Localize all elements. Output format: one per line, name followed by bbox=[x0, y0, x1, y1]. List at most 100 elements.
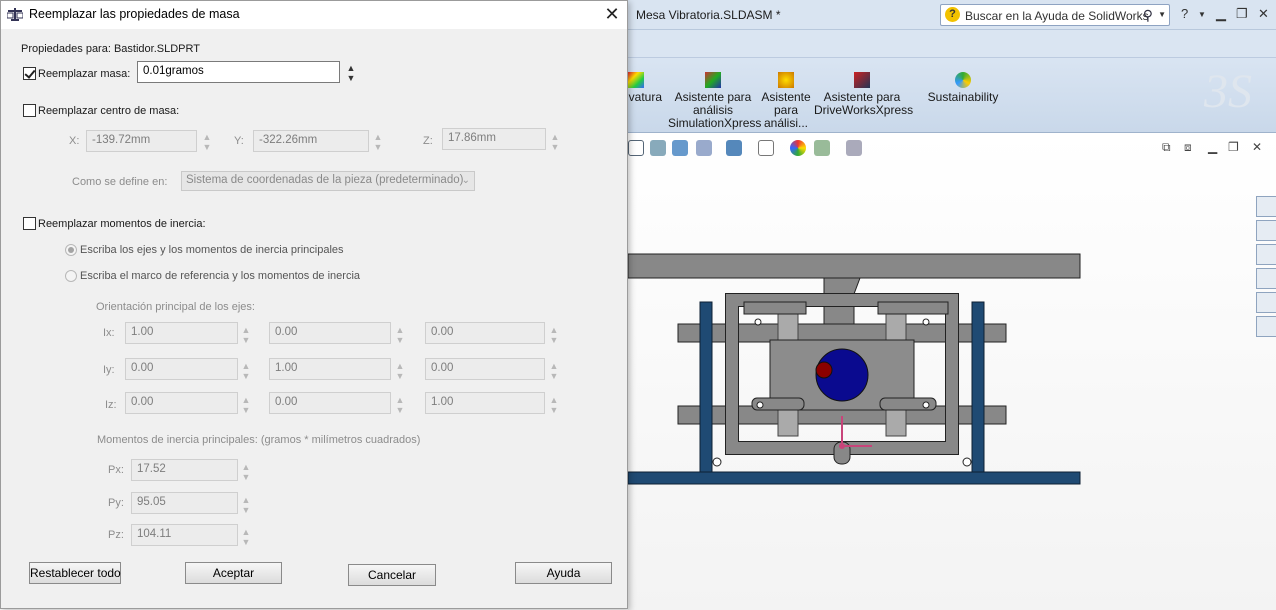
py-label: Py: bbox=[108, 497, 124, 509]
sustainability-icon bbox=[955, 72, 971, 88]
ribbon-button-curvature[interactable]: vatura bbox=[628, 72, 662, 104]
task-pane-tabs bbox=[1256, 192, 1276, 340]
chevron-down-icon: ⌄ bbox=[461, 175, 470, 186]
pz-spinner[interactable]: ▲ ▼ bbox=[241, 527, 251, 549]
chevron-down-icon[interactable]: ▼ bbox=[1198, 10, 1206, 19]
ribbon-tab-strip bbox=[628, 30, 1276, 58]
ix-2-spinner[interactable]: ▲ ▼ bbox=[395, 325, 405, 347]
heads-up-view-toolbar bbox=[628, 138, 898, 160]
ix-1-input[interactable]: 1.00 bbox=[125, 322, 238, 344]
pz-label: Pz: bbox=[108, 529, 124, 541]
iy-2-input[interactable]: 1.00 bbox=[269, 358, 391, 380]
py-input[interactable]: 95.05 bbox=[131, 492, 238, 514]
ix-3-spinner[interactable]: ▲ ▼ bbox=[549, 325, 559, 347]
hide-show-icon[interactable] bbox=[726, 140, 742, 156]
ix-1-spinner[interactable]: ▲ ▼ bbox=[241, 325, 251, 347]
view-orientation-icon[interactable] bbox=[672, 140, 688, 156]
graphics-area[interactable]: ⧉ ⧈ ▁ ❐ ✕ bbox=[628, 134, 1276, 610]
help-search-box[interactable]: ? Buscar en la Ayuda de SolidWorks ⚲ ▼ bbox=[940, 4, 1170, 26]
mass-input[interactable]: 0.01gramos bbox=[137, 61, 340, 83]
center-y-spinner[interactable]: ▲ ▼ bbox=[373, 132, 383, 154]
center-x-spinner[interactable]: ▲ ▼ bbox=[202, 132, 212, 154]
px-spinner[interactable]: ▲ ▼ bbox=[241, 462, 251, 484]
iz-3-input[interactable]: 1.00 bbox=[425, 392, 545, 414]
center-x-input[interactable]: -139.72mm bbox=[86, 130, 197, 152]
custom-properties-icon[interactable] bbox=[1256, 316, 1276, 337]
design-library-icon[interactable] bbox=[1256, 220, 1276, 241]
principal-moments-label: Momentos de inercia principales: (gramos… bbox=[97, 434, 421, 446]
command-ribbon: vatura Asistente para análisis Simulatio… bbox=[628, 30, 1276, 133]
iy-1-spinner[interactable]: ▲ ▼ bbox=[241, 361, 251, 383]
ribbon-label-simulationxpress: Asistente para análisis SimulationXpress bbox=[668, 90, 762, 130]
close-button[interactable]: ✕ bbox=[597, 3, 627, 27]
ribbon-label-driveworks: Asistente para DriveWorksXpress bbox=[814, 90, 914, 117]
mass-spinner[interactable]: ▲ ▼ bbox=[346, 63, 356, 85]
iz-1-input[interactable]: 0.00 bbox=[125, 392, 238, 414]
iz-2-input[interactable]: 0.00 bbox=[269, 392, 391, 414]
py-spinner[interactable]: ▲ ▼ bbox=[241, 495, 251, 517]
ds-logo: 3S bbox=[1204, 65, 1252, 118]
ix-3-input[interactable]: 0.00 bbox=[425, 322, 545, 344]
iz-3-spinner[interactable]: ▲ ▼ bbox=[549, 395, 559, 417]
ok-button[interactable]: Aceptar bbox=[185, 562, 282, 584]
ribbon-label-sustainability: Sustainability bbox=[927, 90, 999, 104]
chevron-down-icon[interactable]: ▼ bbox=[1158, 10, 1166, 19]
center-y-input[interactable]: -322.26mm bbox=[253, 130, 369, 152]
ix-2-input[interactable]: 0.00 bbox=[269, 322, 391, 344]
simulation-icon bbox=[705, 72, 721, 88]
section-view-icon[interactable] bbox=[650, 140, 666, 156]
zoom-icon[interactable] bbox=[628, 140, 644, 156]
override-mass-properties-dialog: Reemplazar las propiedades de masa ✕ Pro… bbox=[0, 0, 628, 609]
edit-appearance-icon[interactable] bbox=[758, 140, 774, 156]
minimize-icon[interactable]: ▁ bbox=[1216, 6, 1226, 22]
iy-2-spinner[interactable]: ▲ ▼ bbox=[395, 361, 405, 383]
reference-frame-radio[interactable] bbox=[65, 270, 77, 282]
iz-2-spinner[interactable]: ▲ ▼ bbox=[395, 395, 405, 417]
home-icon[interactable] bbox=[1256, 196, 1276, 217]
iy-3-spinner[interactable]: ▲ ▼ bbox=[549, 361, 559, 383]
view-palette-icon[interactable] bbox=[1256, 268, 1276, 289]
ribbon-button-analysis[interactable]: Asistente para análisi... bbox=[760, 72, 812, 130]
y-label: Y: bbox=[234, 135, 244, 147]
minimize-icon[interactable]: ▁ bbox=[1208, 140, 1217, 154]
restore-icon[interactable]: ❐ bbox=[1236, 6, 1248, 22]
appearances-icon[interactable] bbox=[1256, 292, 1276, 313]
ribbon-label-analysis: Asistente para análisi... bbox=[761, 90, 811, 130]
principal-axes-radio[interactable] bbox=[65, 244, 77, 256]
close-icon[interactable]: ✕ bbox=[1258, 6, 1269, 22]
override-inertia-checkbox[interactable] bbox=[23, 217, 36, 230]
question-icon[interactable]: ? bbox=[1181, 6, 1188, 21]
override-center-of-mass-checkbox[interactable] bbox=[23, 104, 36, 117]
help-button[interactable]: Ayuda bbox=[515, 562, 612, 584]
center-z-input[interactable]: 17.86mm bbox=[442, 128, 546, 150]
override-mass-label: Reemplazar masa: bbox=[38, 68, 131, 80]
display-style-icon[interactable] bbox=[696, 140, 712, 156]
reset-all-button[interactable]: Restablecer todo bbox=[29, 562, 121, 584]
scale-icon bbox=[7, 8, 23, 21]
cancel-button[interactable]: Cancelar bbox=[348, 564, 436, 586]
iz-label: Iz: bbox=[105, 399, 117, 411]
px-input[interactable]: 17.52 bbox=[131, 459, 238, 481]
close-icon[interactable]: ✕ bbox=[1252, 140, 1262, 154]
restore-icon[interactable]: ❐ bbox=[1228, 140, 1239, 154]
override-mass-checkbox[interactable] bbox=[23, 67, 36, 80]
view-settings-icon[interactable] bbox=[814, 140, 830, 156]
center-z-spinner[interactable]: ▲ ▼ bbox=[550, 132, 560, 154]
search-icon[interactable]: ⚲ bbox=[1143, 7, 1153, 24]
sw-title-bar: Mesa Vibratoria.SLDASM * ? Buscar en la … bbox=[628, 0, 1276, 30]
iy-1-input[interactable]: 0.00 bbox=[125, 358, 238, 380]
assembly-model bbox=[628, 253, 1081, 485]
pz-input[interactable]: 104.11 bbox=[131, 524, 238, 546]
scene-icon[interactable] bbox=[790, 140, 806, 156]
iz-1-spinner[interactable]: ▲ ▼ bbox=[241, 395, 251, 417]
tile-icon[interactable]: ⧉ bbox=[1162, 140, 1171, 155]
folder-icon[interactable] bbox=[1256, 244, 1276, 265]
ribbon-button-simulationxpress[interactable]: Asistente para análisis SimulationXpress bbox=[668, 72, 762, 130]
screen-capture-icon[interactable] bbox=[846, 140, 862, 156]
override-inertia-label: Reemplazar momentos de inercia: bbox=[38, 218, 206, 230]
ribbon-button-driveworks[interactable]: Asistente para DriveWorksXpress bbox=[814, 72, 914, 117]
ribbon-button-sustainability[interactable]: Sustainability bbox=[922, 72, 1004, 104]
split-icon[interactable]: ⧈ bbox=[1184, 140, 1192, 155]
coordinate-system-select[interactable]: Sistema de coordenadas de la pieza (pred… bbox=[181, 171, 475, 191]
iy-3-input[interactable]: 0.00 bbox=[425, 358, 545, 380]
